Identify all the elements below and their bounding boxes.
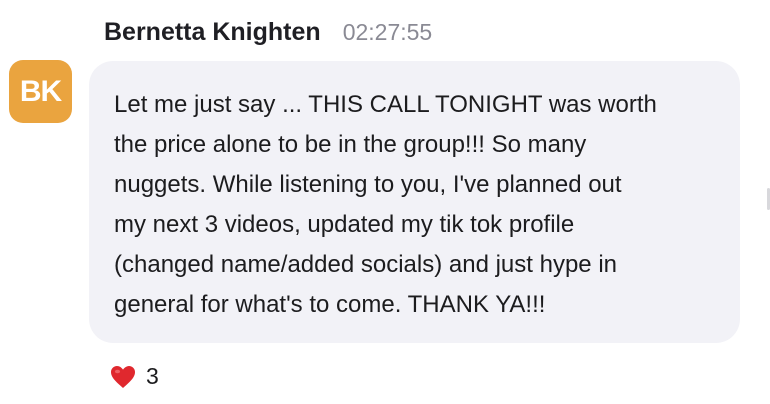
message-bubble: Let me just say ... THIS CALL TONIGHT wa… [89, 61, 740, 343]
avatar[interactable]: BK [9, 60, 72, 123]
reaction-pill[interactable]: 3 [110, 363, 159, 390]
avatar-initials: BK [19, 74, 62, 108]
message-text: Let me just say ... THIS CALL TONIGHT wa… [114, 91, 657, 318]
chat-message: Bernetta Knighten 02:27:55 BK Let me jus… [0, 0, 770, 404]
reaction-count: 3 [146, 363, 159, 389]
message-timestamp: 02:27:55 [342, 19, 433, 45]
message-header: Bernetta Knighten 02:27:55 [104, 18, 432, 47]
author-name[interactable]: Bernetta Knighten [104, 18, 321, 47]
red-heart-icon [111, 365, 135, 388]
